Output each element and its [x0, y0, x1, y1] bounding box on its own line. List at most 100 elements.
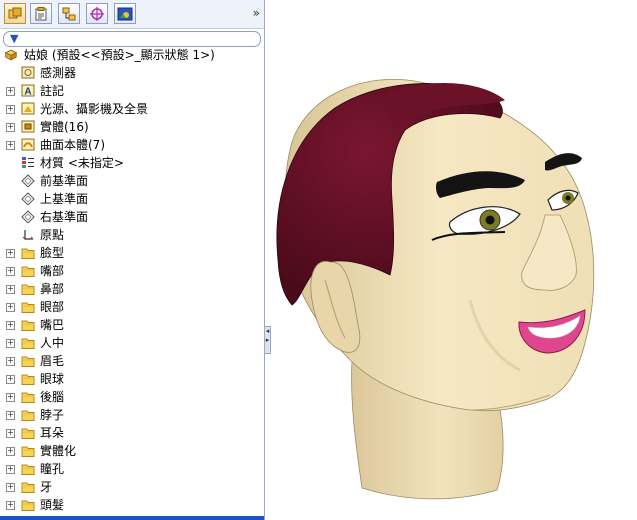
property-icon: [35, 6, 47, 20]
part-icon: [4, 49, 18, 61]
tree-item[interactable]: + 光源、攝影機及全景: [0, 100, 264, 118]
tree-filter-input[interactable]: ▼: [3, 31, 261, 47]
tree-folder-item[interactable]: + 耳朵: [0, 424, 264, 442]
tree-folder-item[interactable]: + 頭髮: [0, 496, 264, 514]
tree-item-label: 註記: [40, 84, 65, 98]
origin-icon: [22, 230, 34, 240]
configuration-icon: [62, 7, 76, 20]
tree-root-item[interactable]: 姑娘 (預設<<預設>_顯示狀態 1>): [0, 46, 264, 64]
tree-folder-item[interactable]: + 脖子: [0, 406, 264, 424]
tree-folder-item[interactable]: + 嘴巴: [0, 316, 264, 334]
tree-folder-item[interactable]: + 臉型: [0, 244, 264, 262]
expand-toggle[interactable]: +: [6, 123, 15, 132]
solid-bodies-icon: [21, 120, 35, 133]
expand-toggle[interactable]: +: [6, 375, 15, 384]
tree-item-label: 人中: [40, 336, 65, 350]
display-icon: [117, 7, 133, 20]
tree-folder-item[interactable]: + 眼部: [0, 298, 264, 316]
tree-item[interactable]: + A 註記: [0, 82, 264, 100]
svg-text:A: A: [24, 87, 31, 98]
tree-item-label: 原點: [40, 228, 65, 242]
tree-item-label: 脖子: [40, 408, 65, 422]
tree-item[interactable]: 材質 <未指定>: [0, 154, 264, 172]
expand-toggle[interactable]: +: [6, 303, 15, 312]
expand-toggle[interactable]: +: [6, 465, 15, 474]
tree-folder-item[interactable]: + 嘴部: [0, 262, 264, 280]
panel-bottom-bar: [0, 516, 264, 520]
expand-toggle[interactable]: +: [6, 501, 15, 510]
tree-folder-item[interactable]: + 瞳孔: [0, 460, 264, 478]
tree-item-label: 光源、攝影機及全景: [40, 102, 149, 116]
plane-icon: [21, 192, 35, 205]
tree-root-label: 姑娘 (預設<<預設>_顯示狀態 1>): [24, 48, 215, 62]
display-manager-tab[interactable]: [114, 3, 136, 24]
more-tabs-button[interactable]: »: [253, 6, 260, 20]
tree-item[interactable]: 右基準面: [0, 208, 264, 226]
dim-xpert-tab[interactable]: [86, 3, 108, 24]
folder-icon: [21, 428, 35, 439]
tree-item-label: 瞳孔: [40, 462, 65, 476]
plane-icon: [21, 210, 35, 223]
folder-icon: [21, 464, 35, 475]
tree-item[interactable]: 上基準面: [0, 190, 264, 208]
folder-icon: [21, 374, 35, 385]
tree-item-label: 耳朵: [40, 426, 65, 440]
sensor-icon: [21, 66, 35, 79]
tree-folder-item[interactable]: + 後腦: [0, 388, 264, 406]
panel-toolbar: »: [0, 0, 264, 29]
tree-item-label: 右基準面: [40, 210, 89, 224]
tree-item-label: 材質 <未指定>: [40, 156, 124, 170]
tree-item-label: 眼球: [40, 372, 65, 386]
expand-toggle[interactable]: +: [6, 429, 15, 438]
tree-folder-item[interactable]: + 鼻部: [0, 280, 264, 298]
folder-icon: [21, 356, 35, 367]
expand-toggle[interactable]: +: [6, 141, 15, 150]
tree-item-label: 頭髮: [40, 498, 65, 512]
tree-item[interactable]: + 曲面本體(7): [0, 136, 264, 154]
folder-icon: [21, 500, 35, 511]
expand-toggle[interactable]: +: [6, 285, 15, 294]
feature-tree-icon: [8, 7, 22, 18]
tree-folder-item[interactable]: + 人中: [0, 334, 264, 352]
expand-toggle[interactable]: +: [6, 483, 15, 492]
folder-icon: [21, 248, 35, 259]
feature-manager-panel: » ▼ 姑娘 (預設<<預設>_顯示狀態 1>) 感測器 + A 註記 + 光源、攝影機及…: [0, 0, 265, 520]
surface-bodies-icon: [21, 138, 35, 151]
tree-item-label: 鼻部: [40, 282, 65, 296]
folder-icon: [21, 266, 35, 277]
tree-item-label: 眉毛: [40, 354, 65, 368]
expand-toggle[interactable]: +: [6, 393, 15, 402]
annotation-icon: A: [21, 84, 35, 97]
tree-item[interactable]: 前基準面: [0, 172, 264, 190]
expand-toggle[interactable]: +: [6, 411, 15, 420]
tree-item[interactable]: + 實體(16): [0, 118, 264, 136]
feature-manager-tab[interactable]: [4, 3, 26, 24]
lights-icon: [21, 102, 35, 115]
tree-item[interactable]: 感測器: [0, 64, 264, 82]
tree-item-label: 前基準面: [40, 174, 89, 188]
property-manager-tab[interactable]: [30, 3, 52, 24]
tree-folder-item[interactable]: + 眼球: [0, 370, 264, 388]
tree-item-label: 牙: [40, 480, 53, 494]
tree-folder-item[interactable]: + 牙: [0, 478, 264, 496]
folder-icon: [21, 284, 35, 295]
expand-toggle[interactable]: +: [6, 447, 15, 456]
expand-toggle[interactable]: +: [6, 339, 15, 348]
folder-icon: [21, 482, 35, 493]
expand-toggle[interactable]: +: [6, 357, 15, 366]
tree-item-label: 嘴部: [40, 264, 65, 278]
expand-toggle[interactable]: +: [6, 249, 15, 258]
tree-folder-item[interactable]: + 實體化: [0, 442, 264, 460]
expand-toggle[interactable]: +: [6, 321, 15, 330]
tree-item-label: 眼部: [40, 300, 65, 314]
configuration-manager-tab[interactable]: [58, 3, 80, 24]
graphics-area[interactable]: [268, 0, 637, 520]
expand-toggle[interactable]: +: [6, 87, 15, 96]
expand-toggle[interactable]: +: [6, 267, 15, 276]
folder-icon: [21, 392, 35, 403]
tree-folder-item[interactable]: + 眉毛: [0, 352, 264, 370]
expand-toggle[interactable]: +: [6, 105, 15, 114]
tree-item-label: 實體化: [40, 444, 77, 458]
tree-item[interactable]: 原點: [0, 226, 264, 244]
left-pupil: [485, 215, 495, 225]
